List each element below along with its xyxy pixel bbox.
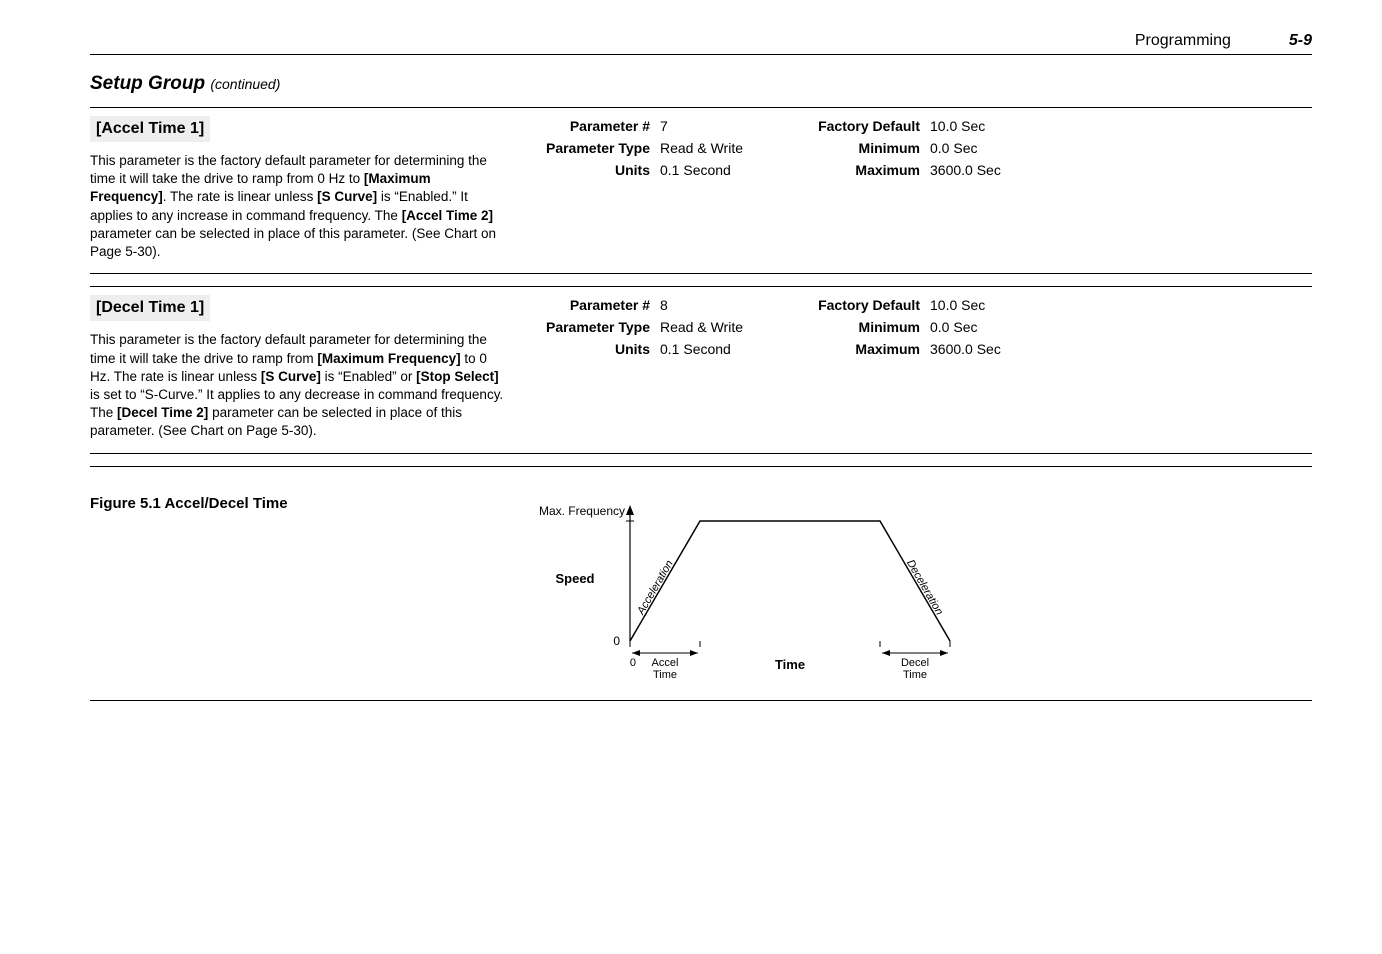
page-header: Programming 5-9	[90, 32, 1312, 50]
kv-label: Maximum	[780, 162, 920, 178]
kv-value: 10.0 Sec	[930, 297, 1040, 313]
kv-label: Maximum	[780, 341, 920, 357]
figure-rule	[90, 466, 1312, 467]
kv-label: Minimum	[780, 319, 920, 335]
figure-row: Figure 5.1 Accel/Decel Time 0 Max. Frequ…	[90, 485, 1312, 696]
param-name-accel: [Accel Time 1]	[90, 116, 210, 142]
svg-text:Acceleration: Acceleration	[635, 558, 676, 617]
param-kv-decel: Parameter # 8 Factory Default 10.0 Sec P…	[510, 295, 1312, 440]
param-name-decel: [Decel Time 1]	[90, 295, 210, 321]
kv-value: 10.0 Sec	[930, 118, 1040, 134]
svg-text:Speed: Speed	[555, 571, 594, 586]
param-desc-decel: This parameter is the factory default pa…	[90, 331, 510, 440]
kv-label: Factory Default	[780, 297, 920, 313]
header-rule	[90, 54, 1312, 55]
svg-text:Accel: Accel	[652, 657, 679, 669]
kv-label: Parameter Type	[510, 140, 650, 156]
figure-diagram: 0 Max. Frequency Speed Acceleration Dece…	[510, 491, 1030, 696]
svg-text:Time: Time	[653, 669, 677, 681]
kv-label: Parameter Type	[510, 319, 650, 335]
group-title-text: Setup Group	[90, 73, 205, 94]
figure-bottom-rule	[90, 700, 1312, 701]
kv-label: Factory Default	[780, 118, 920, 134]
kv-value: Read & Write	[660, 140, 770, 156]
param-block-accel: [Accel Time 1] This parameter is the fac…	[90, 107, 1312, 274]
kv-label: Units	[510, 341, 650, 357]
kv-value: 3600.0 Sec	[930, 341, 1040, 357]
kv-value: 0.1 Second	[660, 162, 770, 178]
param-desc-accel: This parameter is the factory default pa…	[90, 152, 510, 261]
svg-text:Time: Time	[903, 669, 927, 681]
group-title: Setup Group (continued)	[90, 73, 1312, 95]
kv-label: Units	[510, 162, 650, 178]
svg-text:Deceleration: Deceleration	[904, 557, 945, 616]
param-kv-accel: Parameter # 7 Factory Default 10.0 Sec P…	[510, 116, 1312, 261]
kv-value: 7	[660, 118, 770, 134]
figure-caption: Figure 5.1 Accel/Decel Time	[90, 491, 510, 512]
kv-value: Read & Write	[660, 319, 770, 335]
kv-value: 3600.0 Sec	[930, 162, 1040, 178]
page-number: 5-9	[1289, 32, 1312, 50]
svg-text:0: 0	[630, 657, 636, 669]
section-name: Programming	[1135, 32, 1231, 50]
svg-text:Time: Time	[775, 657, 805, 672]
kv-label: Minimum	[780, 140, 920, 156]
kv-value: 0.1 Second	[660, 341, 770, 357]
kv-label: Parameter #	[510, 118, 650, 134]
svg-text:0: 0	[613, 634, 620, 648]
group-continued: (continued)	[210, 76, 280, 92]
kv-label: Parameter #	[510, 297, 650, 313]
kv-value: 0.0 Sec	[930, 140, 1040, 156]
svg-text:Decel: Decel	[901, 657, 929, 669]
param-left-col: [Decel Time 1] This parameter is the fac…	[90, 295, 510, 440]
param-block-decel: [Decel Time 1] This parameter is the fac…	[90, 286, 1312, 453]
svg-text:Max. Frequency: Max. Frequency	[539, 504, 625, 518]
param-left-col: [Accel Time 1] This parameter is the fac…	[90, 116, 510, 261]
kv-value: 0.0 Sec	[930, 319, 1040, 335]
kv-value: 8	[660, 297, 770, 313]
